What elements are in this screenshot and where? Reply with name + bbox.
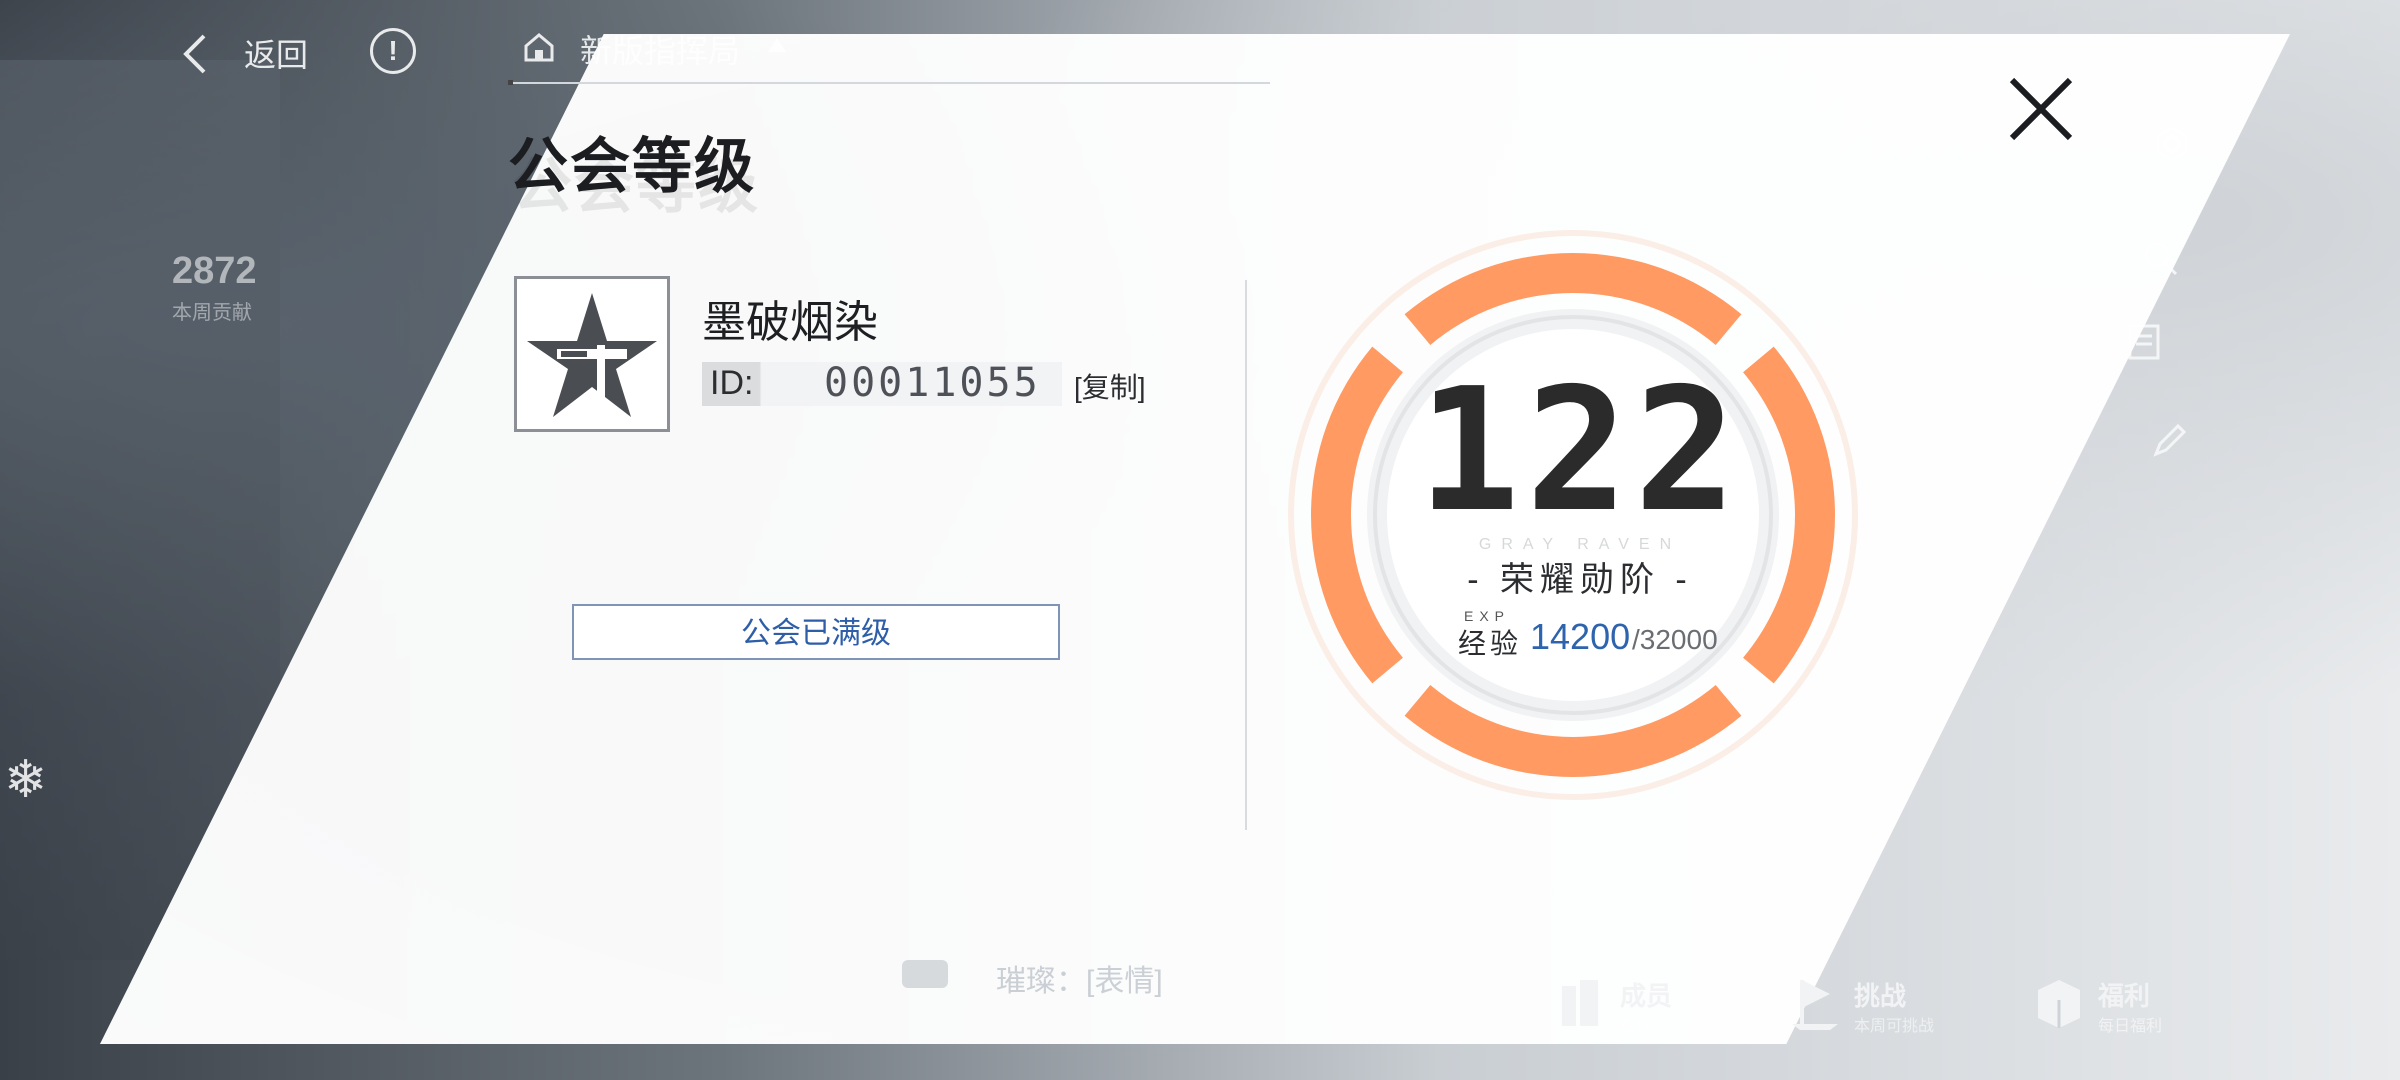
dialog-top-rule-marker (508, 80, 513, 85)
section-divider (1245, 280, 1247, 830)
copy-id-button[interactable]: [复制] (1074, 366, 1146, 406)
exp-current-value: 14200 (1530, 616, 1631, 657)
info-icon[interactable]: ! (370, 28, 416, 74)
page-title: 公会等级 (508, 133, 756, 200)
gift-box-icon[interactable] (2034, 976, 2084, 1032)
guild-id-value: 00011055 (824, 360, 1041, 406)
nav-members-sub: 在线 1 (1620, 1018, 1666, 1035)
star-icon (527, 293, 657, 417)
guild-emblem (514, 276, 670, 432)
challenge-flag-icon[interactable] (1790, 976, 1840, 1032)
guild-name: 墨破烟染 (702, 298, 878, 347)
exp-label: 经验 (1458, 628, 1523, 659)
members-icon[interactable] (1556, 976, 1606, 1032)
close-icon[interactable] (2006, 74, 2076, 144)
nav-members[interactable]: 成员 (1620, 976, 1672, 1013)
snowflake-icon: ❄ (4, 751, 48, 809)
back-arrow-icon[interactable] (176, 30, 216, 78)
edit-icon[interactable] (2150, 420, 2190, 460)
chat-hint-text[interactable]: 璀璨：[表情] (996, 956, 1163, 1000)
rank-label: - 荣耀勋阶 - (1467, 561, 1693, 599)
exp-total-value: /32000 (1632, 624, 1718, 655)
nav-welfare-sub: 每日福利 (2098, 1018, 2163, 1035)
background-stat-number: 2872 (172, 250, 257, 292)
nav-challenge[interactable]: 挑战 (1854, 976, 1906, 1013)
home-icon[interactable] (522, 30, 556, 64)
nav-welfare[interactable]: 福利 (2098, 976, 2150, 1013)
guild-level-value: 122 (1417, 352, 1743, 550)
back-button[interactable]: 返回 (244, 30, 308, 76)
chat-bubble-icon[interactable] (902, 960, 948, 988)
nav-challenge-sub: 本周可挑战 (1854, 1018, 1935, 1035)
background-stat-label: 本周贡献 (172, 302, 252, 324)
guild-id-label: ID: (710, 364, 754, 402)
max-level-button[interactable]: 公会已满级 (572, 604, 1060, 660)
dialog-top-rule (510, 82, 1270, 84)
